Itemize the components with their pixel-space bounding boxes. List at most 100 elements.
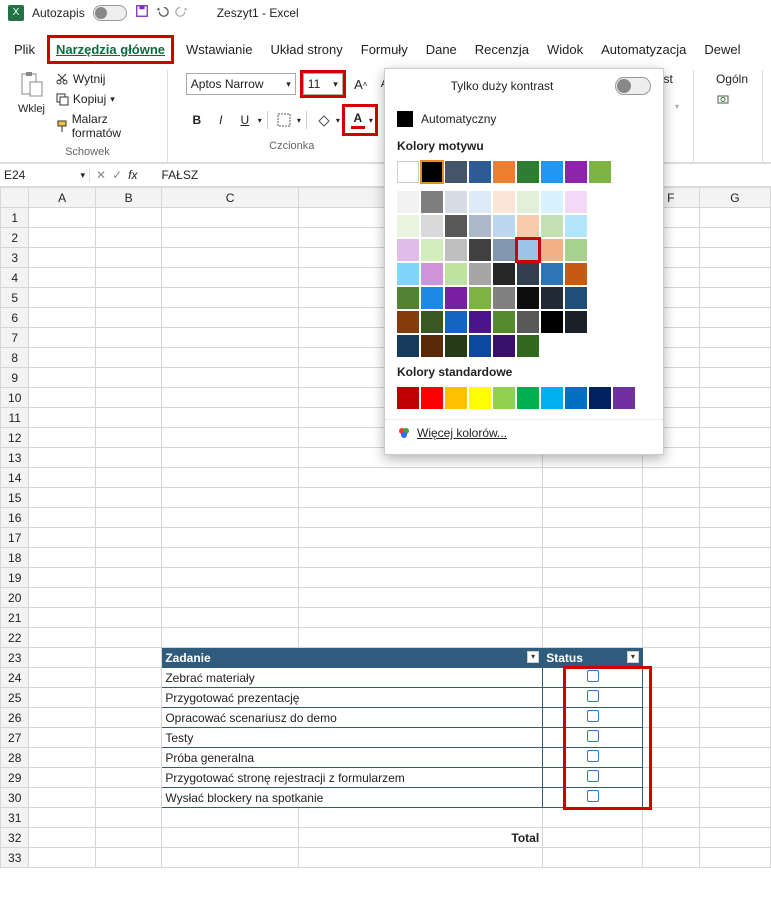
color-swatch[interactable] <box>517 263 539 285</box>
cell[interactable] <box>699 608 770 628</box>
cell[interactable] <box>29 268 95 288</box>
cell[interactable] <box>162 428 298 448</box>
color-swatch[interactable] <box>541 287 563 309</box>
cell[interactable] <box>29 528 95 548</box>
cell[interactable] <box>543 588 643 608</box>
cell[interactable] <box>543 528 643 548</box>
color-swatch[interactable] <box>421 263 443 285</box>
cell[interactable] <box>95 308 161 328</box>
color-swatch[interactable] <box>397 287 419 309</box>
cell[interactable] <box>162 468 298 488</box>
cell[interactable] <box>162 248 298 268</box>
color-swatch[interactable] <box>565 311 587 333</box>
row-header[interactable]: 21 <box>1 608 29 628</box>
cell[interactable] <box>699 528 770 548</box>
cell[interactable] <box>642 588 699 608</box>
cell[interactable] <box>162 308 298 328</box>
tab-recenzja[interactable]: Recenzja <box>469 38 535 61</box>
color-swatch[interactable] <box>421 239 443 261</box>
undo-icon[interactable] <box>155 4 169 21</box>
cell[interactable] <box>298 848 542 868</box>
cell[interactable] <box>29 428 95 448</box>
cell[interactable] <box>162 488 298 508</box>
bold-icon[interactable]: B <box>186 109 208 131</box>
row-header[interactable]: 25 <box>1 688 29 708</box>
cell[interactable] <box>162 448 298 468</box>
cell[interactable] <box>162 588 298 608</box>
tab-narzędzia-główne[interactable]: Narzędzia główne <box>47 35 174 64</box>
color-swatch[interactable] <box>517 191 539 213</box>
status-checkbox-cell[interactable] <box>543 728 643 748</box>
cell[interactable] <box>95 748 161 768</box>
color-swatch[interactable] <box>469 387 491 409</box>
cell[interactable] <box>298 588 542 608</box>
color-swatch[interactable] <box>541 191 563 213</box>
fx-icon[interactable]: fx <box>128 168 137 182</box>
cell[interactable] <box>699 368 770 388</box>
cell[interactable] <box>162 808 298 828</box>
cell[interactable] <box>699 468 770 488</box>
row-header[interactable]: 4 <box>1 268 29 288</box>
tab-automatyzacja[interactable]: Automatyzacja <box>595 38 692 61</box>
color-swatch[interactable] <box>517 239 539 261</box>
cell[interactable] <box>162 228 298 248</box>
cell[interactable] <box>95 388 161 408</box>
cell[interactable] <box>95 648 161 668</box>
filter-icon[interactable]: ▾ <box>627 651 639 663</box>
cell[interactable] <box>543 628 643 648</box>
row-header[interactable]: 26 <box>1 708 29 728</box>
color-swatch[interactable] <box>541 387 563 409</box>
cell[interactable] <box>543 608 643 628</box>
cell[interactable] <box>543 548 643 568</box>
color-swatch[interactable] <box>517 311 539 333</box>
cut-button[interactable]: Wytnij <box>51 70 157 88</box>
color-swatch[interactable] <box>469 287 491 309</box>
cell[interactable] <box>543 508 643 528</box>
color-swatch[interactable] <box>493 335 515 357</box>
checkbox-icon[interactable] <box>587 730 599 742</box>
color-swatch[interactable] <box>493 191 515 213</box>
cell[interactable] <box>543 828 643 848</box>
color-swatch[interactable] <box>493 287 515 309</box>
color-swatch[interactable] <box>397 311 419 333</box>
cell[interactable] <box>642 808 699 828</box>
cell[interactable] <box>29 568 95 588</box>
color-swatch[interactable] <box>541 215 563 237</box>
cell[interactable] <box>699 708 770 728</box>
cell[interactable] <box>642 548 699 568</box>
cell[interactable] <box>95 808 161 828</box>
font-size-select[interactable]: 11▾ <box>303 73 343 95</box>
cell[interactable] <box>162 528 298 548</box>
cell[interactable] <box>29 808 95 828</box>
color-swatch[interactable] <box>445 239 467 261</box>
cell[interactable] <box>699 688 770 708</box>
cell[interactable] <box>543 568 643 588</box>
row-header[interactable]: 3 <box>1 248 29 268</box>
cell[interactable] <box>95 688 161 708</box>
color-swatch[interactable] <box>565 387 587 409</box>
color-swatch[interactable] <box>445 335 467 357</box>
row-header[interactable]: 33 <box>1 848 29 868</box>
cell[interactable] <box>95 248 161 268</box>
status-checkbox-cell[interactable] <box>543 788 643 808</box>
row-header[interactable]: 32 <box>1 828 29 848</box>
table-header-status[interactable]: Status▾ <box>543 648 643 668</box>
cell[interactable] <box>642 628 699 648</box>
cell[interactable] <box>543 488 643 508</box>
cell[interactable] <box>29 848 95 868</box>
color-swatch[interactable] <box>421 215 443 237</box>
cell[interactable] <box>642 688 699 708</box>
cell[interactable] <box>29 248 95 268</box>
color-swatch[interactable] <box>541 161 563 183</box>
cell[interactable] <box>29 728 95 748</box>
row-header[interactable]: 10 <box>1 388 29 408</box>
cell[interactable] <box>699 228 770 248</box>
color-swatch[interactable] <box>469 311 491 333</box>
cell[interactable] <box>699 428 770 448</box>
row-header[interactable]: 18 <box>1 548 29 568</box>
color-swatch[interactable] <box>397 191 419 213</box>
cell[interactable] <box>162 408 298 428</box>
row-header[interactable]: 12 <box>1 428 29 448</box>
cell[interactable] <box>162 628 298 648</box>
color-swatch[interactable] <box>493 263 515 285</box>
